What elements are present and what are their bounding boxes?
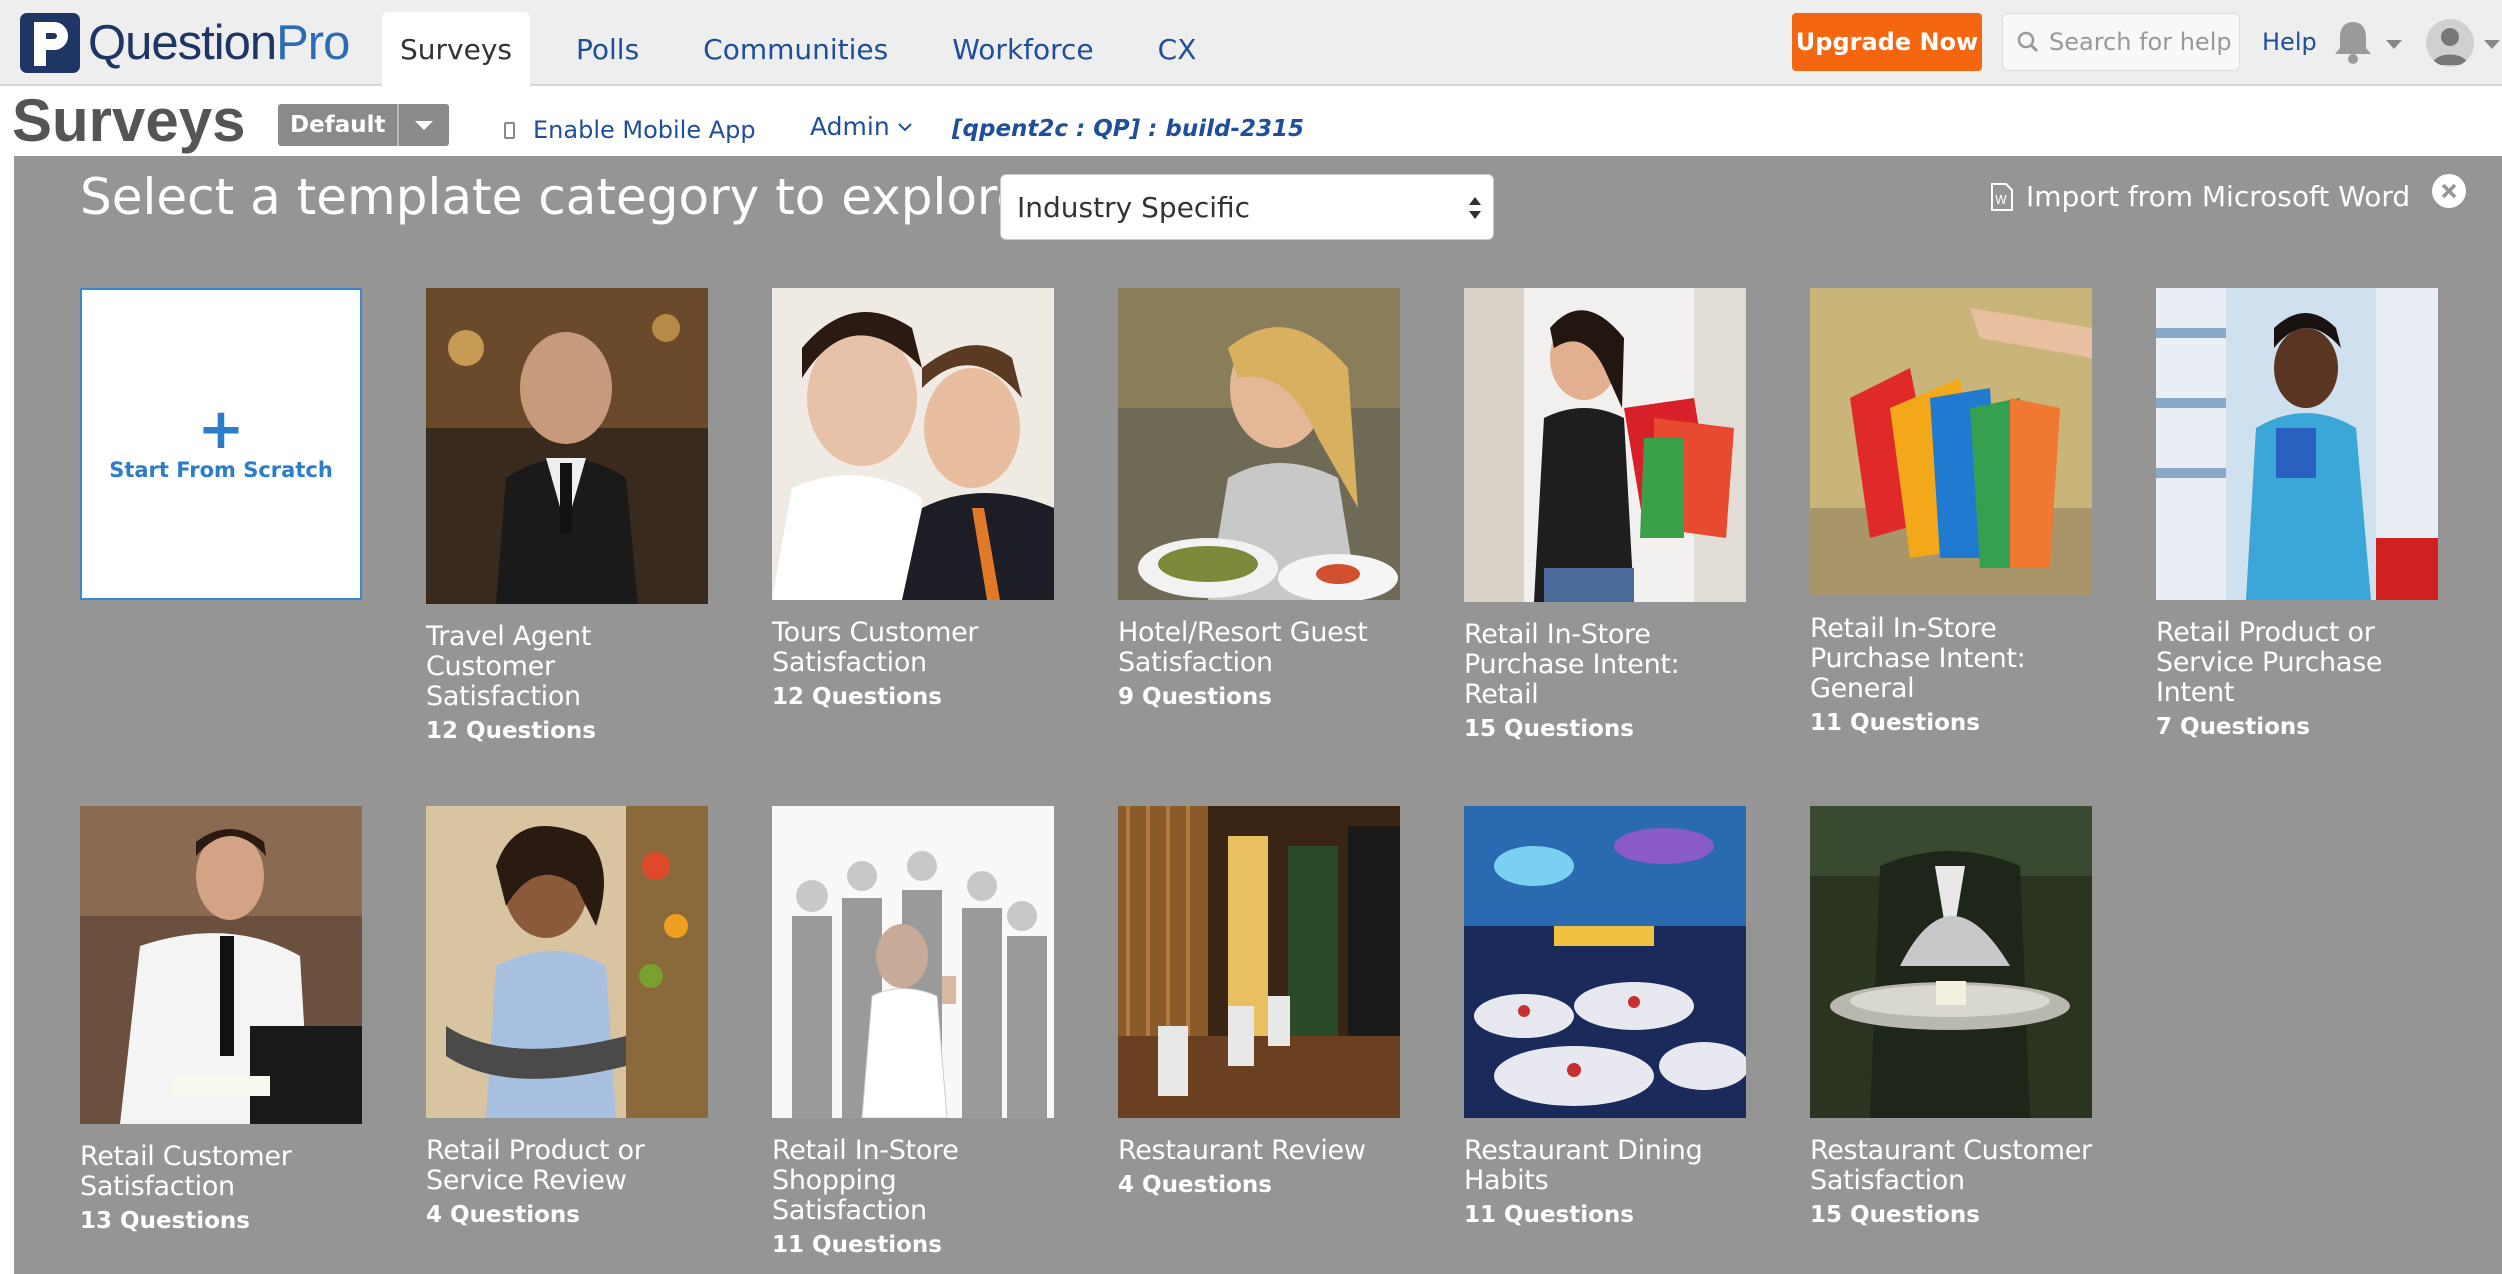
template-question-count: 7 Questions (2156, 714, 2310, 740)
template-question-count: 15 Questions (1464, 716, 1634, 742)
upgrade-now-button[interactable]: Upgrade Now (1792, 13, 1982, 71)
template-thumbnail (1464, 288, 1746, 602)
tab-polls[interactable]: Polls (544, 12, 671, 86)
tab-workforce[interactable]: Workforce (920, 12, 1125, 86)
template-question-count: 11 Questions (1810, 710, 1980, 736)
template-card[interactable]: Hotel/Resort Guest Satisfaction 9 Questi… (1118, 288, 1400, 710)
tab-surveys[interactable]: Surveys (382, 12, 530, 86)
template-card[interactable]: Retail Product or Service Purchase Inten… (2156, 288, 2438, 740)
top-bar: QuestionPro Surveys Polls Communities Wo… (0, 0, 2502, 86)
category-select[interactable]: Industry Specific (1000, 174, 1494, 240)
template-question-count: 15 Questions (1810, 1202, 1980, 1228)
tab-cx[interactable]: CX (1126, 12, 1229, 86)
template-title: Retail In-Store Purchase Intent: Retail (1464, 619, 1680, 710)
user-icon (2432, 28, 2468, 65)
template-question-count: 13 Questions (80, 1208, 250, 1234)
import-label: Import from Microsoft Word (2026, 180, 2411, 213)
template-title: Restaurant Customer Satisfaction (1810, 1135, 2092, 1196)
template-thumbnail (772, 288, 1054, 600)
sub-bar: Surveys Default Enable Mobile App Admin … (0, 86, 2502, 156)
template-thumbnail (1810, 806, 2092, 1118)
template-question-count: 9 Questions (1118, 684, 1272, 710)
template-title: Hotel/Resort Guest Satisfaction (1118, 617, 1368, 678)
template-thumbnail (426, 806, 708, 1118)
select-arrows-icon (1469, 197, 1481, 219)
template-title: Retail In-Store Shopping Satisfaction (772, 1135, 959, 1226)
help-link[interactable]: Help (2262, 28, 2317, 56)
logo-mark-icon (20, 13, 80, 73)
template-thumbnail (1118, 288, 1400, 600)
chevron-down-icon (897, 122, 912, 131)
folder-select-button[interactable]: Default (278, 104, 450, 146)
word-document-icon: W (1991, 182, 2013, 211)
template-card[interactable]: Retail In-Store Purchase Intent: General… (1810, 288, 2092, 736)
template-title: Retail Product or Service Review (426, 1135, 645, 1196)
help-search[interactable] (2002, 13, 2240, 71)
import-from-word-link[interactable]: W Import from Microsoft Word (1990, 180, 2410, 213)
template-thumbnail (772, 806, 1054, 1118)
template-question-count: 12 Questions (426, 718, 596, 744)
admin-label: Admin (810, 112, 890, 141)
template-category-panel: Select a template category to explore In… (14, 156, 2502, 1274)
admin-menu[interactable]: Admin (810, 112, 914, 141)
account-chevron-down-icon[interactable] (2484, 40, 2500, 49)
close-panel-button[interactable] (2432, 174, 2466, 208)
template-title: Retail Product or Service Purchase Inten… (2156, 617, 2383, 708)
tab-communities[interactable]: Communities (671, 12, 920, 86)
start-from-scratch-card[interactable]: + Start From Scratch (80, 288, 362, 600)
template-thumbnail (1810, 288, 2092, 596)
template-card[interactable]: Retail Product or Service Review 4 Quest… (426, 806, 708, 1228)
template-thumbnail (1464, 806, 1746, 1118)
template-thumbnail (2156, 288, 2438, 600)
chevron-down-icon[interactable] (399, 104, 450, 146)
template-card[interactable]: Restaurant Dining Habits 11 Questions (1464, 806, 1746, 1228)
start-from-scratch-label: Start From Scratch (109, 458, 333, 482)
folder-label: Default (278, 104, 400, 146)
template-title: Tours Customer Satisfaction (772, 617, 979, 678)
template-question-count: 12 Questions (772, 684, 942, 710)
help-search-input[interactable] (2049, 28, 2239, 56)
template-card[interactable]: Retail In-Store Purchase Intent: Retail … (1464, 288, 1746, 742)
search-icon (2017, 31, 2039, 53)
template-thumbnail (1118, 806, 1400, 1118)
category-select-value: Industry Specific (1017, 190, 1251, 224)
questionpro-logo[interactable]: QuestionPro (20, 13, 350, 73)
template-title: Restaurant Review (1118, 1135, 1366, 1166)
template-card[interactable]: Tours Customer Satisfaction 12 Questions (772, 288, 1054, 710)
close-icon (2441, 183, 2457, 199)
template-card[interactable]: Retail In-Store Shopping Satisfaction 11… (772, 806, 1054, 1258)
svg-text:W: W (1995, 193, 2007, 207)
template-title: Retail In-Store Purchase Intent: General (1810, 613, 2026, 704)
template-question-count: 11 Questions (1464, 1202, 1634, 1228)
panel-title: Select a template category to explore (80, 168, 1028, 226)
mobile-phone-icon (504, 121, 515, 139)
template-thumbnail (80, 806, 362, 1124)
avatar[interactable] (2426, 19, 2474, 67)
template-question-count: 4 Questions (426, 1202, 580, 1228)
template-card[interactable]: Travel Agent Customer Satisfaction 12 Qu… (426, 288, 708, 744)
template-title: Retail Customer Satisfaction (80, 1141, 292, 1202)
template-card[interactable]: Restaurant Customer Satisfaction 15 Ques… (1810, 806, 2092, 1228)
template-title: Travel Agent Customer Satisfaction (426, 621, 592, 712)
build-info: [qpent2c : QP] : build-2315 (952, 116, 1305, 142)
template-question-count: 4 Questions (1118, 1172, 1272, 1198)
notifications-chevron-down-icon[interactable] (2386, 40, 2402, 49)
page-title: Surveys (12, 87, 246, 154)
template-thumbnail (426, 288, 708, 604)
template-card[interactable]: Restaurant Review 4 Questions (1118, 806, 1400, 1198)
plus-icon: + (197, 397, 245, 462)
enable-mobile-app-label: Enable Mobile App (533, 116, 756, 144)
enable-mobile-app-link[interactable]: Enable Mobile App (504, 116, 756, 144)
template-card[interactable]: Retail Customer Satisfaction 13 Question… (80, 806, 362, 1234)
logo-text: QuestionPro (88, 16, 350, 70)
template-title: Restaurant Dining Habits (1464, 1135, 1703, 1196)
main-nav: Surveys Polls Communities Workforce CX (382, 12, 1228, 86)
template-question-count: 11 Questions (772, 1232, 942, 1258)
bell-icon[interactable] (2332, 18, 2374, 64)
